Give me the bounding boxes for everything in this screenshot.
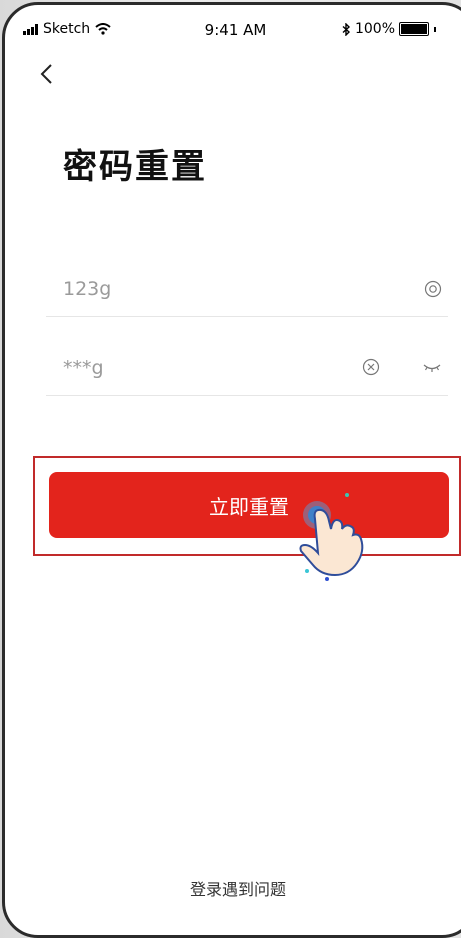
password-field-value: 123g xyxy=(63,278,112,300)
tap-hand-icon xyxy=(299,493,364,581)
eye-icon[interactable] xyxy=(424,280,442,298)
page-title: 密码重置 xyxy=(63,147,207,187)
eye-closed-icon[interactable] xyxy=(422,361,442,375)
battery-label: 100% xyxy=(354,21,395,37)
back-chevron-icon[interactable] xyxy=(39,63,55,85)
battery-cap xyxy=(434,26,436,32)
confirm-password-field[interactable]: ***g xyxy=(46,325,448,396)
password-field[interactable]: 123g xyxy=(46,246,448,317)
phone-frame: Sketch 9:41 AM 100% 密码重置 123g ***g 立即重置 … xyxy=(2,2,461,938)
login-help-link[interactable]: 登录遇到问题 xyxy=(5,876,461,900)
bluetooth-icon xyxy=(342,22,350,36)
reset-button[interactable]: 立即重置 xyxy=(49,472,449,538)
status-bar: Sketch 9:41 AM 100% xyxy=(5,5,461,41)
status-right: 100% xyxy=(342,21,436,37)
confirm-password-field-value: ***g xyxy=(63,357,104,379)
clear-icon[interactable] xyxy=(362,358,380,376)
battery-icon xyxy=(399,22,429,36)
